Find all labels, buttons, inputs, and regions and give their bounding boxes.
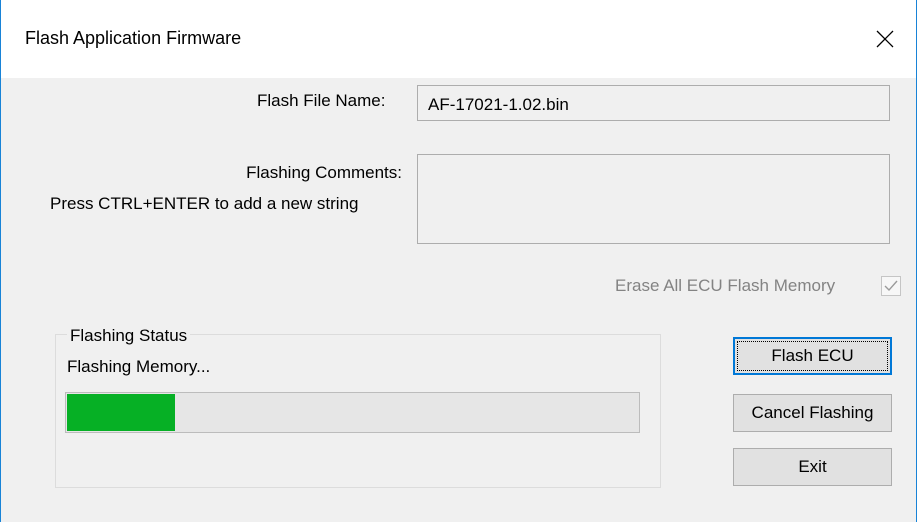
flashing-status-title: Flashing Status [67,326,191,346]
cancel-flashing-button[interactable]: Cancel Flashing [733,394,892,432]
erase-memory-label: Erase All ECU Flash Memory [615,276,836,295]
comments-hint: Press CTRL+ENTER to add a new string [50,194,359,213]
exit-label: Exit [798,457,827,476]
flash-ecu-label: Flash ECU [771,346,854,365]
flash-ecu-button[interactable]: Flash ECU [733,337,892,375]
progress-fill [67,394,175,431]
window-title: Flash Application Firmware [25,28,242,48]
cancel-flashing-label: Cancel Flashing [751,403,874,422]
flash-file-value: AF-17021-1.02.bin [428,95,569,114]
close-icon [876,30,894,48]
flash-firmware-dialog: Flash Application Firmware Flash File Na… [0,0,917,522]
erase-memory-checkbox[interactable] [881,276,901,296]
flashing-status-message: Flashing Memory... [67,357,211,376]
close-button[interactable] [854,0,916,78]
flashing-progress-bar [65,392,640,433]
flash-file-field[interactable]: AF-17021-1.02.bin [417,85,890,121]
title-bar: Flash Application Firmware [1,0,916,78]
comments-textarea[interactable] [417,154,890,244]
comments-label: Flashing Comments: [246,163,402,182]
checkmark-icon [884,280,898,292]
exit-button[interactable]: Exit [733,448,892,486]
flash-file-label: Flash File Name: [257,91,386,110]
